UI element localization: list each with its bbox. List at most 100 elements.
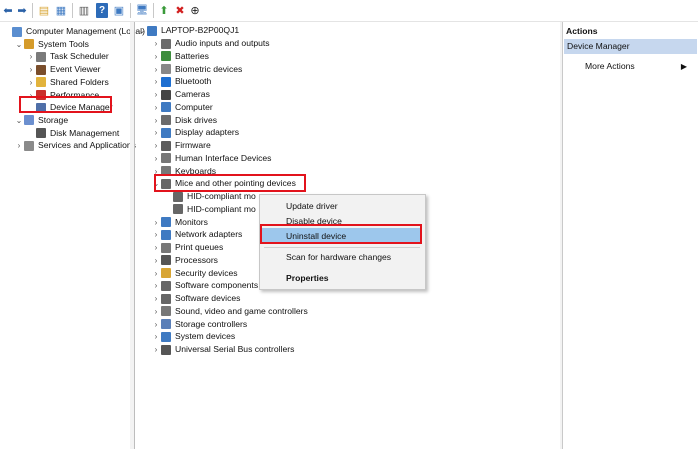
- actions-pane: Actions Device Manager More Actions ▶: [562, 22, 698, 449]
- back-arrow-icon[interactable]: ⬅: [2, 3, 14, 18]
- menu-item-update-driver[interactable]: Update driver: [286, 199, 338, 213]
- chevron-down-icon[interactable]: ⌄: [14, 114, 24, 127]
- tree-item-task-scheduler[interactable]: › Task Scheduler: [26, 50, 109, 63]
- tree-item-label: System Tools: [38, 38, 89, 49]
- device-category[interactable]: › Audio inputs and outputs: [151, 37, 270, 50]
- device-category[interactable]: › Monitors: [151, 216, 208, 229]
- chevron-right-icon[interactable]: ›: [26, 63, 36, 76]
- toolbar: ⬅ ➡ ▤ ▦ ▥ ? ▣ 🖥 ⬆ ✖ ⊕: [0, 0, 698, 22]
- actions-device-manager[interactable]: Device Manager: [564, 39, 697, 54]
- device-category[interactable]: › Firmware: [151, 139, 211, 152]
- chevron-right-icon[interactable]: ›: [151, 75, 161, 88]
- tree-item-label: Event Viewer: [50, 64, 101, 75]
- more-actions-item[interactable]: More Actions ▶: [585, 60, 693, 73]
- device-tree-root[interactable]: ⌄ LAPTOP-B2P00QJ1: [137, 24, 239, 37]
- device-category-icon: [161, 344, 171, 355]
- chevron-right-icon[interactable]: ›: [151, 114, 161, 127]
- properties-icon[interactable]: ▣: [112, 3, 126, 18]
- device-category[interactable]: › Computer: [151, 101, 213, 114]
- computer-icon[interactable]: 🖥: [135, 3, 149, 18]
- chevron-right-icon[interactable]: ›: [151, 126, 161, 139]
- device-category[interactable]: › Network adapters: [151, 228, 242, 241]
- device-category-icon: [161, 153, 171, 164]
- tree-item-storage[interactable]: ⌄ Storage: [14, 114, 68, 127]
- services-applications-icon: [24, 140, 34, 151]
- device-category[interactable]: › Universal Serial Bus controllers: [151, 343, 294, 356]
- device-category-label: Cameras: [175, 89, 210, 99]
- device-category-label: Software components: [175, 280, 259, 291]
- device-category-label: HID-compliant mo: [187, 203, 256, 214]
- menu-separator: [264, 247, 420, 248]
- export-list-icon[interactable]: ▥: [77, 3, 91, 18]
- chevron-right-icon[interactable]: ›: [151, 63, 161, 76]
- chevron-right-icon[interactable]: ›: [151, 330, 161, 343]
- chevron-down-icon[interactable]: ⌄: [14, 38, 24, 51]
- show-hide-tree-icon[interactable]: ▦: [54, 3, 68, 18]
- device-category[interactable]: › Display adapters: [151, 126, 239, 139]
- device-category[interactable]: › Biometric devices: [151, 63, 242, 76]
- chevron-right-icon[interactable]: ›: [151, 216, 161, 229]
- device-category-label: Firmware: [175, 140, 211, 150]
- computer-icon: [147, 25, 157, 36]
- chevron-right-icon[interactable]: ›: [151, 152, 161, 165]
- chevron-right-icon[interactable]: ›: [151, 101, 161, 114]
- task-scheduler-icon: [36, 51, 46, 62]
- update-driver-icon[interactable]: ⬆: [158, 3, 170, 18]
- tree-item-label: Computer Management (Local): [26, 26, 145, 36]
- tree-item-disk-management[interactable]: Disk Management: [26, 127, 119, 140]
- chevron-right-icon[interactable]: ›: [151, 343, 161, 356]
- chevron-right-icon[interactable]: ›: [151, 318, 161, 331]
- device-category[interactable]: › Security devices: [151, 267, 238, 280]
- menu-item-properties[interactable]: Properties: [286, 271, 329, 285]
- device-category[interactable]: › Software components: [151, 279, 258, 292]
- tree-item-system-tools[interactable]: ⌄ System Tools: [14, 38, 89, 51]
- forward-arrow-icon[interactable]: ➡: [16, 3, 28, 18]
- system-tools-icon: [24, 39, 34, 50]
- download-icon[interactable]: ⊕: [189, 3, 201, 18]
- chevron-right-icon[interactable]: ›: [14, 139, 24, 152]
- uninstall-x-icon[interactable]: ✖: [174, 3, 186, 18]
- device-category[interactable]: › Batteries: [151, 50, 209, 63]
- device-category[interactable]: › Processors: [151, 254, 218, 267]
- chevron-right-icon[interactable]: ›: [151, 228, 161, 241]
- chevron-right-icon[interactable]: ›: [151, 88, 161, 101]
- device-category-icon: [161, 217, 171, 227]
- tree-item-computer-management[interactable]: Computer Management (Local): [2, 25, 145, 38]
- device-category[interactable]: › Sound, video and game controllers: [151, 305, 308, 318]
- device-category[interactable]: › System devices: [151, 330, 235, 343]
- computer-management-icon: [12, 26, 22, 37]
- annotation-box-device-manager: [19, 96, 112, 113]
- device-category[interactable]: › Disk drives: [151, 114, 217, 127]
- help-icon[interactable]: ?: [96, 3, 108, 18]
- chevron-right-icon[interactable]: ›: [26, 76, 36, 89]
- chevron-down-icon[interactable]: ⌄: [137, 24, 147, 37]
- up-folder-icon[interactable]: ▤: [37, 3, 51, 18]
- tree-item-shared-folders[interactable]: › Shared Folders: [26, 76, 109, 89]
- device-category[interactable]: › Bluetooth: [151, 75, 211, 88]
- tree-item-label: Shared Folders: [50, 76, 109, 87]
- chevron-right-icon[interactable]: ›: [151, 50, 161, 63]
- device-category-icon: [161, 102, 171, 113]
- device-item-hid-mouse[interactable]: HID-compliant mo: [163, 203, 256, 216]
- device-category-label: Batteries: [175, 50, 209, 61]
- tree-item-services-applications[interactable]: › Services and Applications: [14, 139, 136, 152]
- chevron-right-icon[interactable]: ›: [151, 279, 161, 292]
- menu-item-scan-hardware[interactable]: Scan for hardware changes: [286, 250, 391, 264]
- device-category[interactable]: › Print queues: [151, 241, 223, 254]
- device-category[interactable]: › Storage controllers: [151, 318, 247, 331]
- chevron-right-icon[interactable]: ›: [151, 139, 161, 152]
- device-category[interactable]: › Software devices: [151, 292, 240, 305]
- chevron-right-icon[interactable]: ›: [151, 254, 161, 267]
- device-category[interactable]: › Human Interface Devices: [151, 152, 271, 165]
- chevron-right-icon[interactable]: ›: [151, 267, 161, 280]
- chevron-right-icon[interactable]: ›: [151, 292, 161, 305]
- chevron-right-icon[interactable]: ›: [26, 50, 36, 63]
- event-viewer-icon: [36, 64, 46, 75]
- chevron-right-icon[interactable]: ›: [151, 305, 161, 318]
- tree-item-event-viewer[interactable]: › Event Viewer: [26, 63, 100, 76]
- device-category-label: Storage controllers: [175, 318, 248, 329]
- chevron-right-icon[interactable]: ›: [151, 241, 161, 254]
- device-category[interactable]: › Cameras: [151, 88, 210, 101]
- chevron-right-icon[interactable]: ›: [151, 37, 161, 50]
- device-category-icon: [161, 64, 171, 74]
